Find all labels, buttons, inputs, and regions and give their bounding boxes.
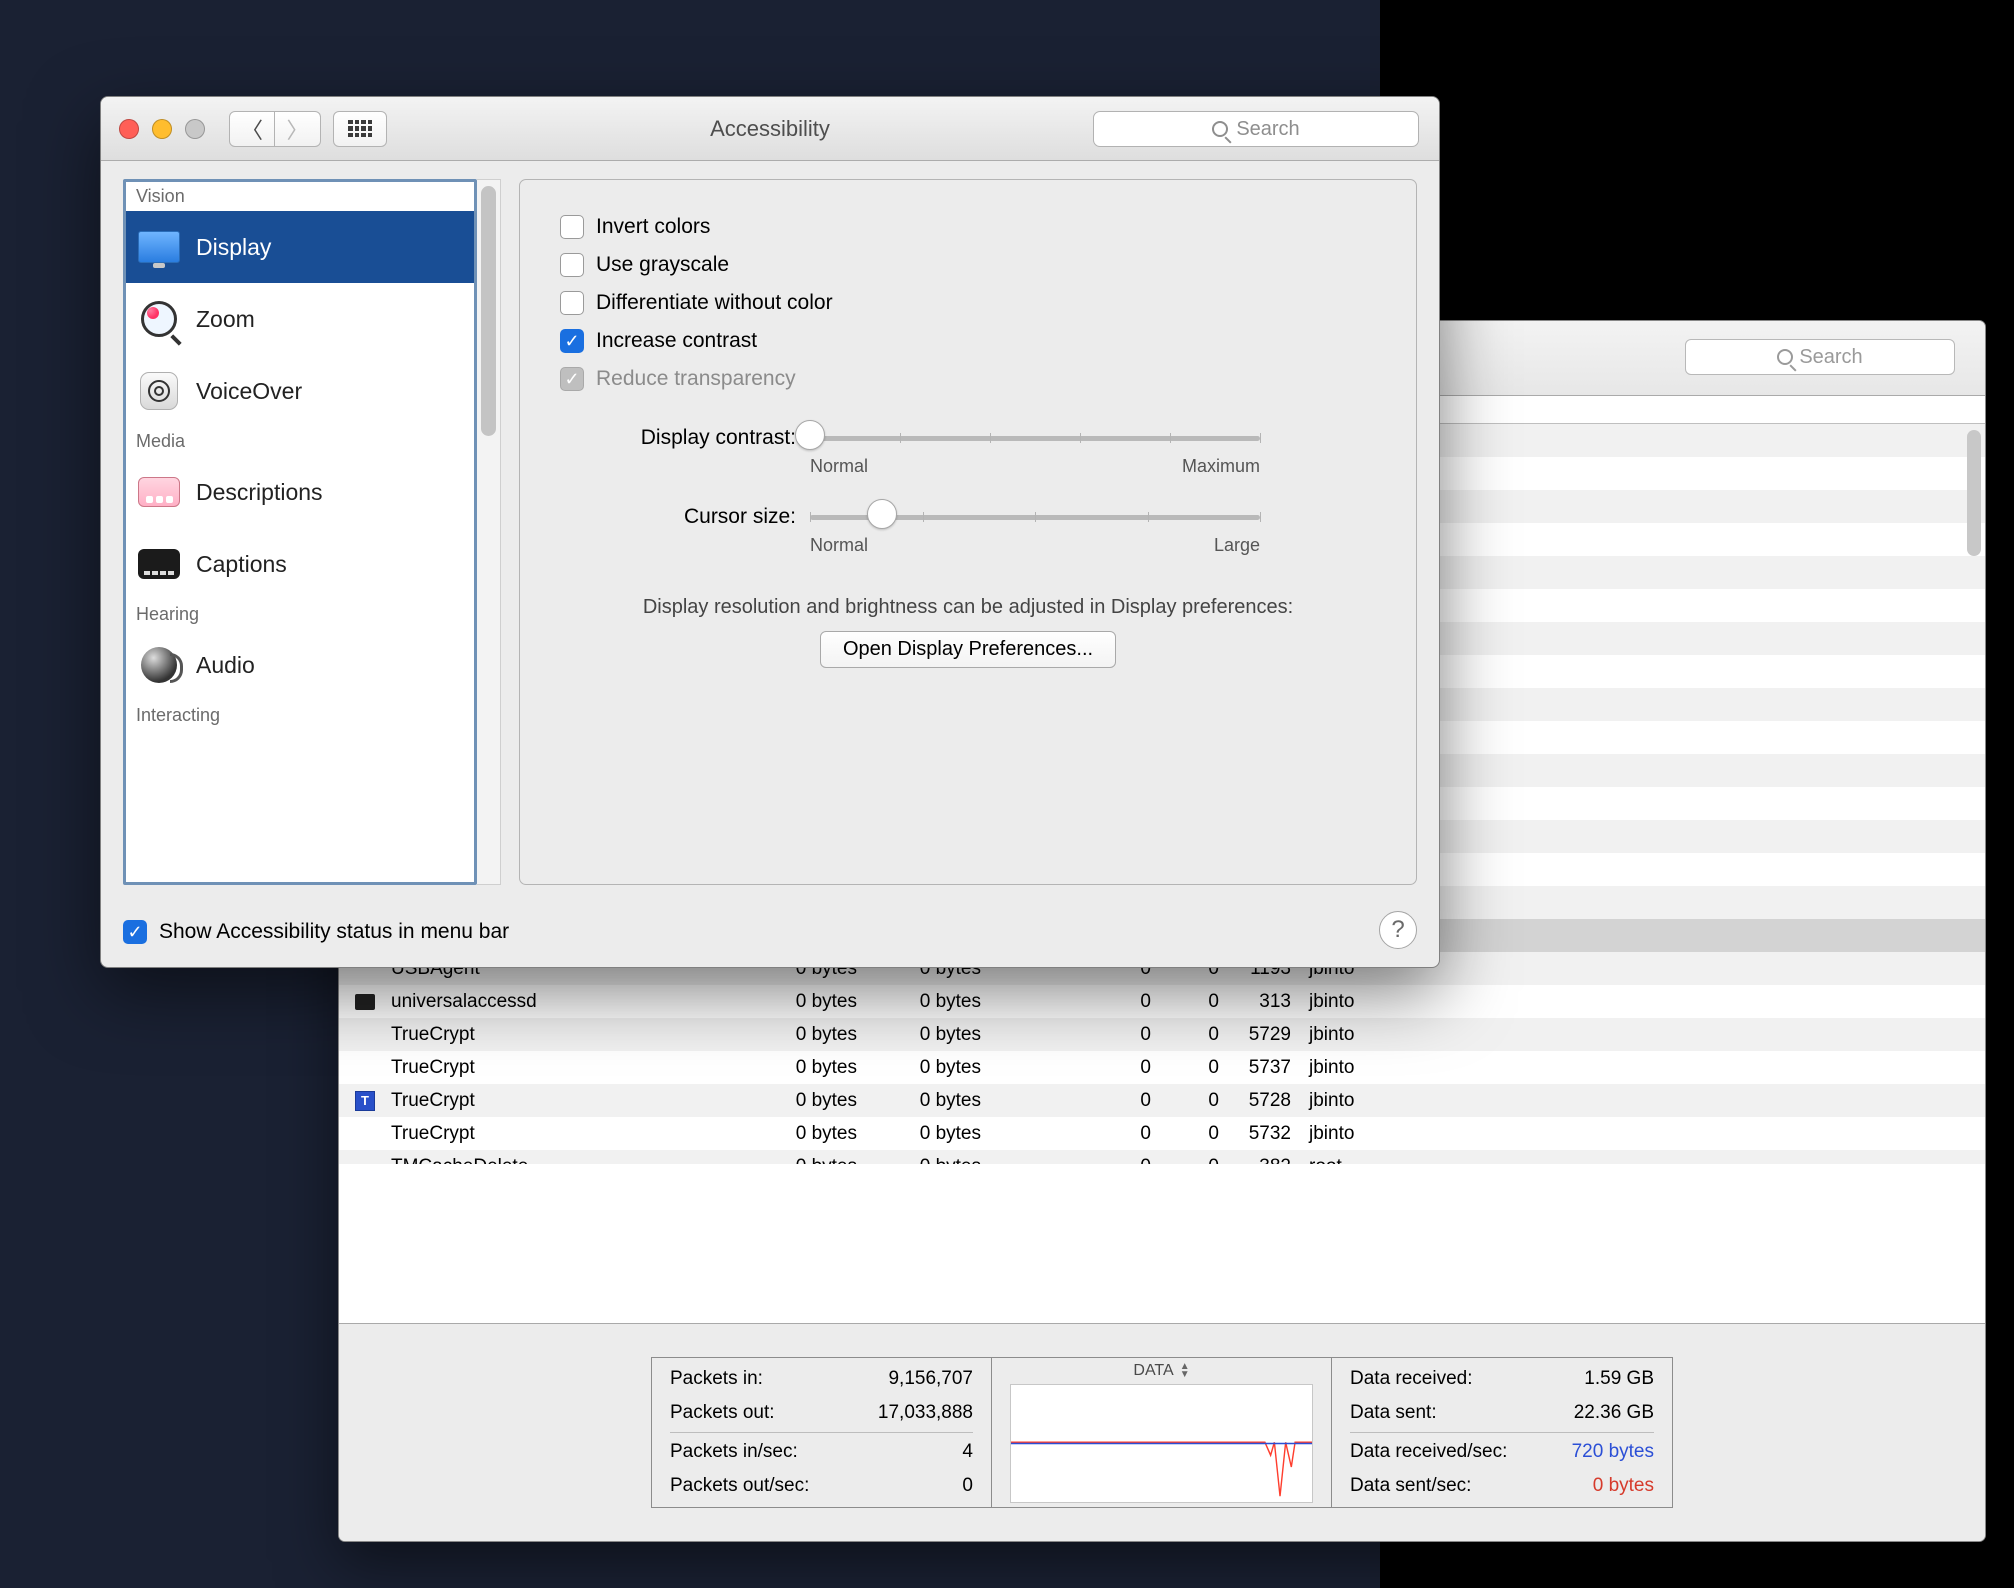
process-name: TrueCrypt [391, 1090, 757, 1112]
minimize-button[interactable] [152, 119, 172, 139]
checkbox-icon: ✓ [123, 920, 147, 944]
process-name: TrueCrypt [391, 1123, 757, 1145]
am-chart-pane: DATA ▲▼ [992, 1358, 1332, 1507]
category-sidebar[interactable]: Vision Display Zoom VoiceOver Media Descripti… [123, 179, 477, 885]
chevron-right-icon: 〉 [286, 113, 308, 145]
sidebar-section-hearing: Hearing [126, 600, 474, 629]
sidebar-item-voiceover[interactable]: VoiceOver [126, 355, 474, 427]
cursor-size-slider[interactable] [810, 507, 1260, 527]
sidebar-scrollbar[interactable] [477, 179, 501, 885]
zoom-icon [136, 299, 182, 339]
terminal-icon [355, 994, 375, 1010]
sidebar-item-captions[interactable]: Captions [126, 528, 474, 600]
forward-button[interactable]: 〉 [275, 111, 321, 147]
audio-icon [136, 645, 182, 685]
help-button[interactable]: ? [1379, 911, 1417, 949]
checkbox-icon [560, 253, 584, 277]
process-name: TrueCrypt [391, 1024, 757, 1046]
checkbox-icon: ✓ [560, 329, 584, 353]
checkbox-icon [560, 291, 584, 315]
zoom-button[interactable] [185, 119, 205, 139]
help-icon: ? [1391, 916, 1404, 944]
pref-search-field[interactable]: Search [1093, 111, 1419, 147]
table-row[interactable]: TTrueCrypt0 bytes0 bytes005728jbinto [339, 1084, 1985, 1117]
show-all-button[interactable] [333, 111, 387, 147]
sidebar-item-label: Captions [196, 551, 287, 578]
open-display-preferences-button[interactable]: Open Display Preferences... [820, 631, 1116, 668]
sidebar-item-label: Audio [196, 652, 255, 679]
am-footer: Packets in:9,156,707 Packets out:17,033,… [339, 1323, 1985, 1541]
increase-contrast-checkbox[interactable]: ✓ Increase contrast [560, 322, 1376, 360]
display-hint-text: Display resolution and brightness can be… [560, 596, 1376, 619]
am-search-placeholder: Search [1799, 346, 1862, 369]
pref-search-placeholder: Search [1236, 118, 1299, 141]
slider-knob[interactable] [795, 420, 825, 450]
sidebar-scrollbar-thumb[interactable] [481, 186, 496, 436]
descriptions-icon [136, 472, 182, 512]
sidebar-section-interacting: Interacting [126, 701, 474, 730]
sidebar-section-vision: Vision [126, 182, 474, 211]
process-name: universalaccessd [391, 991, 757, 1013]
reduce-transparency-checkbox: ✓ Reduce transparency [560, 360, 1376, 398]
display-contrast-slider[interactable] [810, 428, 1260, 448]
titlebar[interactable]: 〈 〉 Accessibility Search [101, 97, 1439, 161]
show-status-menubar-checkbox[interactable]: ✓ Show Accessibility status in menu bar [123, 913, 509, 951]
am-search-field[interactable]: Search [1685, 339, 1955, 375]
am-data-pane: Data received:1.59 GB Data sent:22.36 GB… [1332, 1358, 1672, 1507]
use-grayscale-checkbox[interactable]: Use grayscale [560, 246, 1376, 284]
table-row[interactable]: TrueCrypt0 bytes0 bytes005729jbinto [339, 1018, 1985, 1051]
differentiate-without-color-checkbox[interactable]: Differentiate without color [560, 284, 1376, 322]
invert-colors-checkbox[interactable]: Invert colors [560, 208, 1376, 246]
cursor-size-label: Cursor size: [560, 505, 810, 529]
display-icon [136, 227, 182, 267]
sidebar-item-label: Display [196, 234, 271, 261]
back-button[interactable]: 〈 [229, 111, 275, 147]
sidebar-item-audio[interactable]: Audio [126, 629, 474, 701]
close-button[interactable] [119, 119, 139, 139]
checkbox-icon: ✓ [560, 367, 584, 391]
stepper-icon: ▲▼ [1180, 1363, 1190, 1379]
table-row[interactable]: TMCacheDelete0 bytes0 bytes00382root [339, 1150, 1985, 1164]
am-packets-pane: Packets in:9,156,707 Packets out:17,033,… [652, 1358, 992, 1507]
grid-icon [348, 120, 372, 138]
sidebar-item-label: Descriptions [196, 479, 323, 506]
search-icon [1212, 121, 1228, 137]
am-network-chart [1010, 1384, 1313, 1503]
table-row[interactable]: TrueCrypt0 bytes0 bytes005737jbinto [339, 1051, 1985, 1084]
accessibility-window: 〈 〉 Accessibility Search Vision Display Zo… [100, 96, 1440, 968]
checkbox-icon [560, 215, 584, 239]
chevron-left-icon: 〈 [241, 113, 263, 145]
sidebar-item-descriptions[interactable]: Descriptions [126, 456, 474, 528]
table-row[interactable]: TrueCrypt0 bytes0 bytes005732jbinto [339, 1117, 1985, 1150]
truecrypt-icon: T [355, 1091, 375, 1111]
am-chart-mode-selector[interactable]: DATA ▲▼ [1133, 1362, 1189, 1380]
sidebar-item-display[interactable]: Display [126, 211, 474, 283]
sidebar-item-label: VoiceOver [196, 378, 302, 405]
process-name: TMCacheDelete [391, 1156, 757, 1165]
search-icon [1777, 349, 1793, 365]
captions-icon [136, 544, 182, 584]
display-settings-pane: Invert colors Use grayscale Differentiat… [519, 179, 1417, 885]
sidebar-item-zoom[interactable]: Zoom [126, 283, 474, 355]
sidebar-item-label: Zoom [196, 306, 255, 333]
voiceover-icon [136, 371, 182, 411]
table-row[interactable]: universalaccessd0 bytes0 bytes00313jbint… [339, 985, 1985, 1018]
sidebar-section-media: Media [126, 427, 474, 456]
am-scrollbar-thumb[interactable] [1967, 430, 1981, 556]
process-name: TrueCrypt [391, 1057, 757, 1079]
display-contrast-label: Display contrast: [560, 426, 810, 450]
slider-knob[interactable] [867, 499, 897, 529]
